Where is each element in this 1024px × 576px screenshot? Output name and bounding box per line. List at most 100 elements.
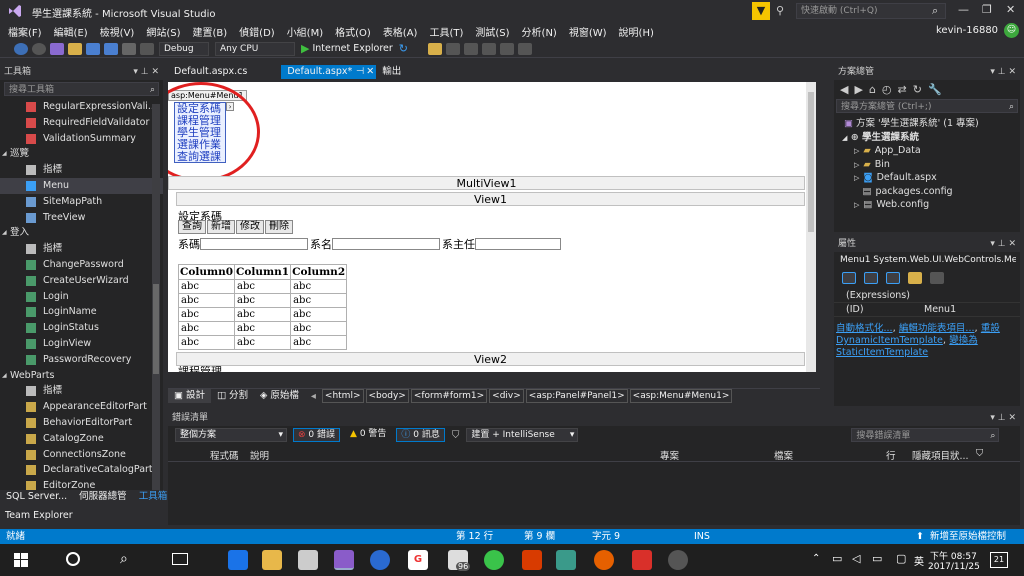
autoformat-link[interactable]: 自動格式化... [836,323,893,334]
store-icon[interactable] [298,550,318,570]
tab-output[interactable]: 輸出 [376,65,407,79]
toolbox-item[interactable]: LoginStatus [0,320,163,336]
undo-icon[interactable] [122,42,136,55]
platform-select[interactable]: Any CPU [215,41,295,56]
panel-controls-icon[interactable]: ▾ ⊥ ✕ [990,64,1016,80]
toolbox-item[interactable]: PasswordRecovery [0,352,163,368]
cortana-icon[interactable] [66,552,80,566]
breadcrumb-item[interactable]: <form#form1> [410,389,488,403]
refresh-icon[interactable]: ↻ [913,83,922,96]
alphabetical-icon[interactable] [864,272,878,284]
column-filter-icon[interactable]: ⛉ [976,448,983,459]
column-suppression[interactable]: 隱藏項目狀... [912,448,969,462]
filter-icon[interactable]: ⚲ [776,4,784,17]
delete-button[interactable]: 刪除 [265,220,293,234]
tab-design-view[interactable]: ▣ 設計 [168,389,212,403]
menu-item[interactable]: 說明(H) [613,24,660,39]
property-pages-icon[interactable] [930,272,944,284]
battery-icon[interactable]: ▭ [872,552,882,565]
toolbox-item[interactable]: Login [0,289,163,305]
configuration-select[interactable]: Debug [159,41,209,56]
redo-icon[interactable] [140,42,154,55]
edge-icon[interactable] [228,550,248,570]
edit-menu-items-link[interactable]: 編輯功能表項目... [899,323,975,334]
office-icon[interactable] [522,550,542,570]
network-icon[interactable]: ▭ [832,552,842,565]
upload-icon[interactable]: ⬆ [916,529,924,544]
expand-icon[interactable]: ▷ [854,201,859,209]
dept-code-input[interactable] [200,238,308,250]
toolbox-group[interactable]: 巡覽 [0,146,163,162]
tray-expand-icon[interactable]: ⌃ [812,553,820,564]
toolbox-item[interactable]: LoginView [0,336,163,352]
toolbox-item[interactable]: ChangePassword [0,257,163,273]
volume-icon[interactable]: ◁ [852,552,860,565]
toolbox-item[interactable]: AppearanceEditorPart [0,399,163,415]
tab-default-aspx[interactable]: Default.aspx* ⊣ ✕ [281,64,377,79]
menu-item[interactable]: 檔案(F) [2,24,48,39]
menu-item[interactable]: 編輯(E) [48,24,94,39]
menu-item[interactable]: 視窗(W) [563,24,613,39]
avatar[interactable]: ☺ [1004,23,1019,38]
toolbox-item[interactable]: ValidationSummary [0,131,163,147]
file-explorer-icon[interactable] [262,550,282,570]
source-control-button[interactable]: 新增至原始檔控制 [930,529,1006,544]
pin-icon[interactable]: ⊣ [356,65,364,79]
warnings-filter-button[interactable]: ▲ 0 警告 [346,428,390,442]
add-button[interactable]: 新增 [207,220,235,234]
outdent-icon[interactable] [499,42,514,55]
breadcrumb-item[interactable]: <asp:Menu#Menu1> [629,389,733,403]
pending-changes-icon[interactable]: ◴ [882,83,892,96]
expand-icon[interactable]: ▷ [854,174,859,182]
property-value[interactable]: Menu1 [924,303,956,317]
breadcrumb-item[interactable]: <div> [489,389,524,403]
toolbox-scrollbar[interactable] [152,104,160,494]
chrome-icon[interactable]: G [408,550,428,570]
solution-item[interactable]: ▤ packages.config [834,185,1020,199]
browser-link-icon[interactable] [427,42,442,55]
menu-item[interactable]: 表格(A) [377,24,424,39]
menu-item[interactable]: 小組(M) [281,24,329,39]
quick-launch-input[interactable]: 快速啟動 (Ctrl+Q) [796,3,946,19]
visual-studio-icon[interactable] [334,550,354,570]
column-code[interactable]: 程式碼 [210,448,239,462]
toolbox-item[interactable]: Menu [0,177,163,194]
tab-sql-server[interactable]: SQL Server... [0,490,73,504]
menu-item[interactable]: 格式(O) [329,24,377,39]
forward-icon[interactable] [32,42,46,55]
toolbox-group[interactable]: WebParts [0,368,163,384]
refresh-icon[interactable]: ↻ [399,42,408,55]
app-icon[interactable] [556,550,576,570]
project-node[interactable]: ◢ ⊕ 學生選課系統 [834,131,1020,145]
menu-item[interactable]: 工具(T) [423,24,469,39]
menu-item[interactable]: 檢視(V) [94,24,141,39]
line-icon[interactable] [484,550,504,570]
open-file-icon[interactable] [68,42,82,55]
breadcrumb-item[interactable]: <html> [321,389,364,403]
toolbox-item[interactable]: CreateUserWizard [0,273,163,289]
toolbox-item[interactable]: 指標 [0,241,163,257]
panel-controls-icon[interactable]: ▾ ⊥ ✕ [990,236,1016,252]
toolbox-item[interactable]: ConnectionsZone [0,447,163,463]
comment-icon[interactable] [463,42,478,55]
query-button[interactable]: 查詢 [178,220,206,234]
presentation-icon[interactable] [632,550,652,570]
design-scrollbar[interactable] [806,82,816,372]
toolbox-item[interactable]: LoginName [0,304,163,320]
categorized-icon[interactable] [842,272,856,284]
toolbox-group[interactable]: 登入 [0,225,163,241]
solution-search-input[interactable]: 搜尋方案總管 (Ctrl+;) ⌕ [836,99,1018,113]
toolbox-item[interactable]: CatalogZone [0,431,163,447]
firefox-icon[interactable] [594,550,614,570]
tab-server-explorer[interactable]: 伺服器總管 [73,490,133,504]
expand-icon[interactable]: ▷ [854,161,859,169]
tab-split-view[interactable]: ◫ 分割 [211,389,254,403]
menu-item[interactable]: 測試(S) [469,24,515,39]
scroll-thumb[interactable] [808,92,814,232]
panel-controls-icon[interactable]: ▾ ⊥ ✕ [990,410,1016,426]
design-surface[interactable]: asp:Menu#Menu1 設定系碼 課程管理 學生管理 選課作業 查詢選課 › Mu… [168,82,816,372]
collapse-icon[interactable]: ◢ [842,134,847,142]
save-all-icon[interactable] [104,42,118,55]
property-row[interactable]: (Expressions) [834,289,1020,303]
dept-name-input[interactable] [332,238,440,250]
